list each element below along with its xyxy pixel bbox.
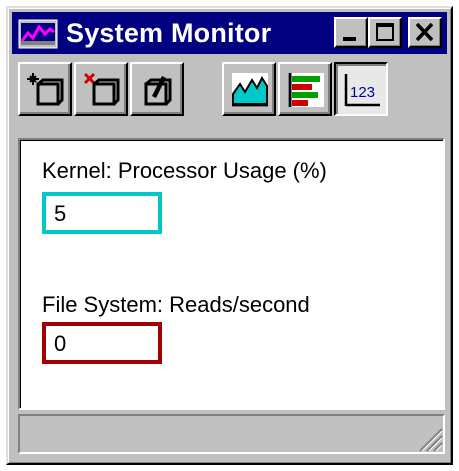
counter-label-reads: File System: Reads/second bbox=[42, 292, 310, 317]
maximize-button[interactable] bbox=[368, 17, 402, 48]
maximize-icon bbox=[376, 23, 394, 41]
add-counter-button[interactable] bbox=[18, 62, 72, 116]
close-icon bbox=[415, 22, 434, 42]
counter-value-processor[interactable]: 5 bbox=[42, 192, 162, 234]
status-bar bbox=[18, 414, 445, 454]
title-bar[interactable]: System Monitor bbox=[12, 12, 447, 54]
bar-chart-icon bbox=[288, 73, 324, 107]
toolbar: 123 bbox=[12, 58, 447, 134]
minimize-button[interactable] bbox=[334, 17, 368, 48]
counter-label-processor: Kernel: Processor Usage (%) bbox=[42, 158, 327, 183]
system-monitor-icon bbox=[18, 19, 58, 49]
delete-counter-button[interactable] bbox=[74, 62, 128, 116]
window-title: System Monitor bbox=[66, 18, 272, 48]
line-chart-icon bbox=[232, 73, 268, 107]
system-monitor-window: System Monitor 123 Kernel: Processor Usa… bbox=[6, 6, 453, 465]
minimize-icon bbox=[343, 37, 356, 41]
properties-button[interactable] bbox=[130, 62, 184, 116]
numeric-display-pane: Kernel: Processor Usage (%) 5 File Syste… bbox=[18, 138, 445, 410]
new-icon bbox=[27, 73, 64, 106]
remove-icon bbox=[83, 72, 120, 106]
numeric-123-icon: 123 bbox=[344, 74, 380, 107]
counter-value-reads[interactable]: 0 bbox=[42, 322, 162, 364]
close-button[interactable] bbox=[408, 17, 442, 48]
numeric-icon-label: 123 bbox=[350, 84, 375, 101]
resize-grip-icon[interactable] bbox=[413, 422, 443, 452]
numeric-view-button[interactable]: 123 bbox=[334, 62, 388, 116]
edit-icon bbox=[144, 76, 172, 106]
graph-view-button[interactable] bbox=[222, 62, 276, 116]
histogram-view-button[interactable] bbox=[278, 62, 332, 116]
